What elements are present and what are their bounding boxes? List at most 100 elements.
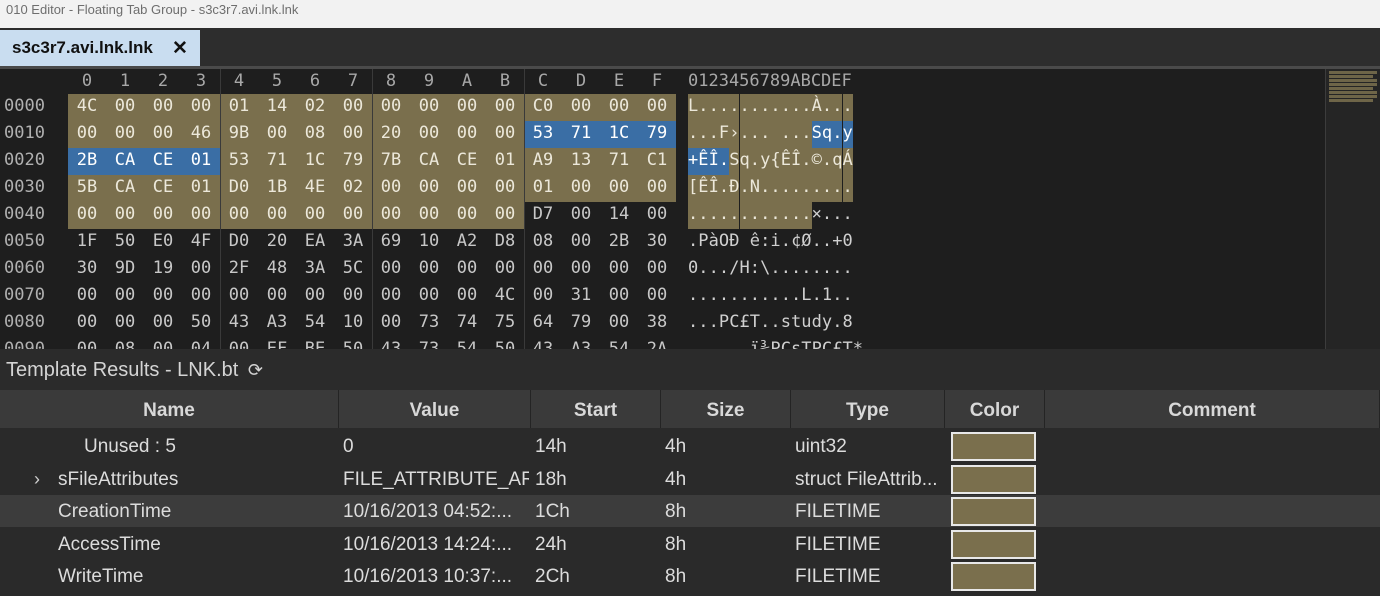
hex-byte[interactable]: 00 xyxy=(372,310,410,337)
hex-byte[interactable]: 00 xyxy=(334,94,372,121)
hex-byte[interactable]: 50 xyxy=(334,337,372,349)
tab-file[interactable]: s3c3r7.avi.lnk.lnk ✕ xyxy=(0,30,200,66)
hex-byte[interactable]: 2B xyxy=(600,229,638,256)
column-header-comment[interactable]: Comment xyxy=(1045,390,1380,428)
hex-byte[interactable]: 48 xyxy=(258,256,296,283)
hex-byte[interactable]: 01 xyxy=(182,175,220,202)
color-swatch[interactable] xyxy=(951,497,1036,526)
hex-byte[interactable]: 00 xyxy=(562,229,600,256)
hex-byte[interactable]: 00 xyxy=(372,175,410,202)
hex-byte[interactable]: 1C xyxy=(296,148,334,175)
color-swatch[interactable] xyxy=(951,562,1036,591)
hex-byte[interactable]: 1B xyxy=(258,175,296,202)
hex-byte[interactable]: D0 xyxy=(220,175,258,202)
hex-byte[interactable]: 00 xyxy=(372,283,410,310)
hex-byte[interactable]: 14 xyxy=(600,202,638,229)
hex-byte[interactable]: 50 xyxy=(106,229,144,256)
hex-byte[interactable]: 4C xyxy=(68,94,106,121)
hex-byte[interactable]: 46 xyxy=(182,121,220,148)
hex-byte[interactable]: CE xyxy=(144,175,182,202)
hex-byte[interactable]: 00 xyxy=(144,94,182,121)
hex-byte[interactable]: 69 xyxy=(372,229,410,256)
hex-byte[interactable]: 00 xyxy=(410,121,448,148)
hex-byte[interactable]: 50 xyxy=(182,310,220,337)
hex-byte[interactable]: 00 xyxy=(144,121,182,148)
hex-byte[interactable]: 00 xyxy=(448,94,486,121)
hex-byte[interactable]: 00 xyxy=(106,121,144,148)
hex-byte[interactable]: 00 xyxy=(182,283,220,310)
hex-byte[interactable]: 3A xyxy=(334,229,372,256)
hex-byte[interactable]: 2A xyxy=(638,337,676,349)
hex-byte[interactable]: 00 xyxy=(68,121,106,148)
hex-byte[interactable]: 00 xyxy=(258,121,296,148)
hex-byte[interactable]: 2F xyxy=(220,256,258,283)
hex-byte[interactable]: 00 xyxy=(144,310,182,337)
hex-byte[interactable]: E0 xyxy=(144,229,182,256)
hex-byte[interactable]: 00 xyxy=(68,202,106,229)
hex-byte[interactable]: 01 xyxy=(220,94,258,121)
hex-byte[interactable]: 10 xyxy=(410,229,448,256)
hex-byte[interactable]: 00 xyxy=(448,175,486,202)
hex-byte[interactable]: A3 xyxy=(562,337,600,349)
hex-byte[interactable]: 73 xyxy=(410,337,448,349)
hex-byte[interactable]: 3A xyxy=(296,256,334,283)
hex-byte[interactable]: C1 xyxy=(638,148,676,175)
hex-byte[interactable]: 50 xyxy=(486,337,524,349)
hex-byte[interactable]: 30 xyxy=(68,256,106,283)
hex-byte[interactable]: 73 xyxy=(410,310,448,337)
hex-byte[interactable]: 00 xyxy=(486,202,524,229)
hex-byte[interactable]: 00 xyxy=(144,337,182,349)
color-swatch[interactable] xyxy=(951,529,1036,559)
hex-byte[interactable]: 00 xyxy=(410,202,448,229)
hex-byte[interactable]: 00 xyxy=(448,283,486,310)
hex-byte[interactable]: 08 xyxy=(524,229,562,256)
hex-byte[interactable]: 9D xyxy=(106,256,144,283)
hex-byte[interactable]: 43 xyxy=(524,337,562,349)
hex-row[interactable]: 0060 30 9D 19 00 2F 48 3A 5C 00 00 00 00 00 00 00 00 0...… xyxy=(0,256,1320,283)
hex-row[interactable]: 0030 5B CA CE 01 D0 1B 4E 02 00 00 00 00 01 00 00 00[Ê Î.… xyxy=(0,175,1320,202)
hex-byte[interactable]: A3 xyxy=(258,310,296,337)
hex-byte[interactable]: 00 xyxy=(410,283,448,310)
hex-byte[interactable]: BE xyxy=(296,337,334,349)
hex-byte[interactable]: 00 xyxy=(486,121,524,148)
hex-byte[interactable]: 01 xyxy=(486,148,524,175)
hex-byte[interactable]: 00 xyxy=(600,310,638,337)
hex-byte[interactable]: 5B xyxy=(68,175,106,202)
hex-byte[interactable]: 00 xyxy=(372,94,410,121)
hex-byte[interactable]: 79 xyxy=(638,121,676,148)
template-row[interactable]: CreationTime 10/16/2013 04:52:... 1Ch 8h FIL… xyxy=(0,495,1380,527)
hex-byte[interactable]: 53 xyxy=(220,148,258,175)
hex-byte[interactable]: 4F xyxy=(182,229,220,256)
hex-byte[interactable]: EF xyxy=(258,337,296,349)
hex-row[interactable]: 0040 00 00 00 00 00 00 00 00 00 00 00 00 D7 00 14 00....… xyxy=(0,202,1320,229)
hex-byte[interactable]: 53 xyxy=(524,121,562,148)
hex-byte[interactable]: 00 xyxy=(258,283,296,310)
hex-byte[interactable]: 00 xyxy=(562,202,600,229)
hex-byte[interactable]: 00 xyxy=(182,202,220,229)
hex-byte[interactable]: 54 xyxy=(600,337,638,349)
hex-byte[interactable]: A9 xyxy=(524,148,562,175)
hex-byte[interactable]: 00 xyxy=(486,175,524,202)
hex-byte[interactable]: C0 xyxy=(524,94,562,121)
hex-byte[interactable]: 00 xyxy=(600,175,638,202)
template-row[interactable]: › sFileAttributes FILE_ATTRIBUTE_AR... 18h 4… xyxy=(0,463,1380,495)
hex-byte[interactable]: 00 xyxy=(562,256,600,283)
hex-byte[interactable]: 00 xyxy=(638,202,676,229)
hex-byte[interactable]: 20 xyxy=(258,229,296,256)
column-header-color[interactable]: Color xyxy=(945,390,1045,428)
hex-byte[interactable]: 00 xyxy=(220,202,258,229)
close-icon[interactable]: ✕ xyxy=(172,37,188,60)
hex-byte[interactable]: CA xyxy=(410,148,448,175)
hex-byte[interactable]: 01 xyxy=(524,175,562,202)
hex-row[interactable]: 0020 2B CA CE 01 53 71 1C 79 7B CA CE 01 A9 13 71 C1 + Ê Î.… xyxy=(0,148,1320,175)
hex-byte[interactable]: 43 xyxy=(372,337,410,349)
hex-byte[interactable]: 00 xyxy=(486,256,524,283)
hex-byte[interactable]: 14 xyxy=(258,94,296,121)
hex-byte[interactable]: 00 xyxy=(600,283,638,310)
hex-byte[interactable]: 00 xyxy=(372,256,410,283)
hex-byte[interactable]: 30 xyxy=(638,229,676,256)
hex-row[interactable]: 0090 00 08 00 04 00 EF BE 50 43 73 54 50 43 A3 54 2A....… xyxy=(0,337,1320,349)
hex-byte[interactable]: CA xyxy=(106,148,144,175)
hex-row[interactable]: 0080 00 00 00 50 43 A3 54 10 00 73 74 75 64 79 00 38... P… xyxy=(0,310,1320,337)
hex-byte[interactable]: 13 xyxy=(562,148,600,175)
